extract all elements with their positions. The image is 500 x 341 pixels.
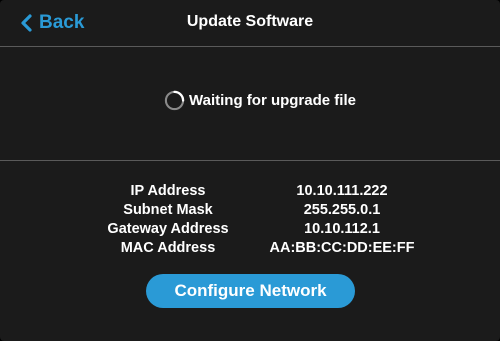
network-info: IP Address 10.10.111.222 Subnet Mask 255… [0,182,500,258]
network-row-subnet: Subnet Mask 255.255.0.1 [0,201,500,220]
section-divider [0,160,500,161]
network-row-ip: IP Address 10.10.111.222 [0,182,500,201]
network-row-mac: MAC Address AA:BB:CC:DD:EE:FF [0,239,500,258]
ip-address-value: 10.10.111.222 [296,183,388,199]
mac-address-value: AA:BB:CC:DD:EE:FF [269,240,415,256]
header-bar: Back Update Software [0,0,500,46]
upgrade-status: Waiting for upgrade file [0,90,500,111]
network-row-gateway: Gateway Address 10.10.112.1 [0,220,500,239]
gateway-address-value: 10.10.112.1 [304,221,380,237]
status-text: Waiting for upgrade file [189,92,356,109]
subnet-mask-value: 255.255.0.1 [303,202,381,218]
configure-network-label: Configure Network [174,281,327,300]
header-divider [0,46,500,47]
page-title: Update Software [186,13,314,30]
update-software-screen: Back Update Software Waiting for upgrade… [0,0,500,341]
spinner-icon [164,90,185,111]
configure-network-button[interactable]: Configure Network [146,274,355,308]
